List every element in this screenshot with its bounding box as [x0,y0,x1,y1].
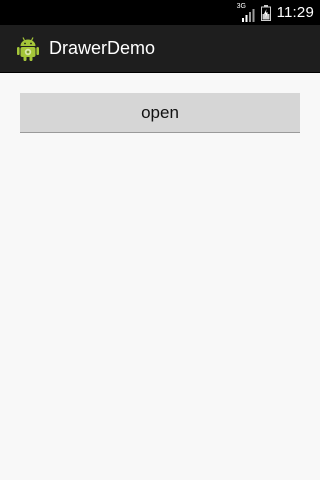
battery-icon [260,4,271,21]
action-bar: DrawerDemo [0,25,320,73]
status-clock: 11:29 [276,4,314,21]
signal-bars-icon [241,8,255,22]
android-robot-icon[interactable] [16,35,40,63]
network-indicator: 3G [237,3,255,22]
status-bar: 3G 11:29 [0,0,320,25]
main-content: open [0,73,320,480]
app-title: DrawerDemo [49,38,156,58]
open-button[interactable]: open [20,93,300,133]
